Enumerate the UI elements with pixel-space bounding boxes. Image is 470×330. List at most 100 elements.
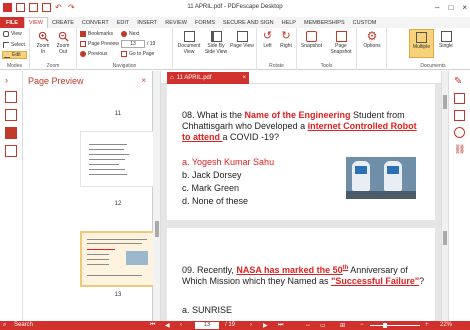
modes-group: View Select Edit Modes <box>0 28 30 70</box>
zoom-in-button[interactable]: Zoom In <box>34 31 52 55</box>
page-preview-button[interactable]: Page Preview <box>80 40 119 48</box>
document-view-icon <box>183 31 195 42</box>
next-page-icon[interactable]: ▶ <box>263 322 268 329</box>
menu-bar: FILE VIEW CREATE CONVERT EDIT INSERT REV… <box>0 17 470 28</box>
layers-icon[interactable] <box>5 127 17 139</box>
page-number-input[interactable]: 13 <box>121 40 145 48</box>
page-view-group: Document View Side By Side View Page Vie… <box>173 28 257 70</box>
page-view-button[interactable]: Page View <box>230 31 254 49</box>
menu-review[interactable]: REVIEW <box>161 17 191 28</box>
pencil-icon <box>4 52 10 58</box>
chevron-right-icon[interactable]: › <box>5 75 17 87</box>
actual-size-icon[interactable]: ⊞ <box>340 322 345 329</box>
scrollbar-thumb[interactable] <box>443 231 447 245</box>
menu-view[interactable]: VIEW <box>23 17 48 28</box>
navigation-group: Bookmarks Page Preview Previous Next 13 … <box>77 28 173 70</box>
go-to-page-button[interactable]: Go to Page <box>121 50 154 58</box>
menu-edit[interactable]: EDIT <box>113 17 134 28</box>
document-view-button[interactable]: Document View <box>175 31 203 55</box>
previous-page-button[interactable]: Previous <box>80 50 107 58</box>
fit-page-icon[interactable]: ▭ <box>320 322 326 329</box>
window-title: 11 APRIL.pdf - PDFescape Desktop <box>187 4 283 10</box>
menu-forms[interactable]: FORMS <box>191 17 219 28</box>
page-number-label: 12 <box>114 201 122 207</box>
next-arrow-icon <box>121 31 127 37</box>
panel-scrollbar[interactable] <box>153 71 161 321</box>
menu-convert[interactable]: CONVERT <box>78 17 113 28</box>
previous-arrow-icon <box>80 51 86 57</box>
document-viewer: 08. What is the Name of the Engineering … <box>161 84 441 321</box>
rotate-right-icon: ↻ <box>281 30 291 42</box>
rotate-right-button[interactable]: ↻ Right <box>277 30 295 50</box>
gear-icon: ⚙ <box>366 29 378 43</box>
select-mode-button[interactable]: Select <box>3 41 25 49</box>
menu-memberships[interactable]: MEMBERSHIPS <box>300 17 349 28</box>
menu-insert[interactable]: INSERT <box>133 17 161 28</box>
scrollbar-thumb[interactable] <box>443 95 447 109</box>
zoom-in-status-icon[interactable]: + <box>425 322 429 328</box>
search-icon[interactable]: ⌕ <box>3 322 6 329</box>
page-snapshot-button[interactable]: Page Snapshot <box>327 31 355 55</box>
menu-help[interactable]: HELP <box>278 17 300 28</box>
home-icon: ⌂ <box>170 75 174 81</box>
close-tab-icon[interactable]: × <box>242 75 246 81</box>
menu-file[interactable]: FILE <box>0 17 24 28</box>
document-tabs: ⌂ 11 APRIL.pdf × <box>161 71 441 84</box>
attachment-icon[interactable] <box>5 145 17 157</box>
zoom-slider-handle[interactable] <box>383 323 387 328</box>
edit-mode-button[interactable]: Edit <box>2 51 27 59</box>
bookmark-panel-icon[interactable] <box>5 109 17 121</box>
fit-width-icon[interactable]: ↔ <box>305 322 311 328</box>
option-c: c. Mark Green <box>182 183 240 193</box>
rotate-left-icon: ↺ <box>262 30 273 42</box>
left-toolbar: › <box>0 71 23 321</box>
stamp-icon[interactable] <box>454 127 465 138</box>
zoom-out-status-icon[interactable]: − <box>360 322 364 328</box>
view-mode-button[interactable]: View <box>3 30 22 38</box>
last-page-icon[interactable]: ⏭ <box>278 322 283 329</box>
zoom-slider[interactable] <box>370 325 420 326</box>
zoom-in-icon <box>38 31 49 42</box>
next-page-button[interactable]: Next <box>121 30 139 38</box>
status-page-input[interactable]: 13 <box>195 322 219 329</box>
single-document-button[interactable]: Single <box>436 31 456 49</box>
bookmarks-button[interactable]: Bookmarks <box>80 30 113 38</box>
document-icon[interactable] <box>454 110 465 121</box>
prev-arrow-icon[interactable]: ‹ <box>180 322 182 328</box>
rotate-left-button[interactable]: ↺ Left <box>259 30 276 50</box>
hand-icon <box>3 31 9 37</box>
page-number-field: 13 / 19 <box>121 40 155 48</box>
page-icon[interactable] <box>5 91 17 103</box>
zoom-out-icon <box>58 31 69 42</box>
title-bar: ↶ ↷ 11 APRIL.pdf - PDFescape Desktop – □… <box>0 0 470 17</box>
wrench-icon[interactable]: ✎ <box>454 76 465 87</box>
page-thumbnail-13[interactable] <box>80 231 156 287</box>
close-panel-icon[interactable]: × <box>141 76 146 85</box>
link-icon[interactable]: ⛓ <box>454 144 465 155</box>
search-label[interactable]: Search <box>14 322 33 328</box>
navigation-group-label: Navigation <box>112 63 137 69</box>
menu-secure-and-sign[interactable]: SECURE AND SIGN <box>219 17 278 28</box>
page-thumbnail-12[interactable] <box>80 131 156 187</box>
zoom-out-button[interactable]: Zoom Out <box>54 31 72 55</box>
multiple-documents-button[interactable]: Multiple <box>409 29 434 58</box>
first-page-icon[interactable]: ⏮ <box>150 322 155 329</box>
options-group: ⚙ Options <box>357 28 387 70</box>
tools-group: Snapshot Page Snapshot Tools <box>297 28 357 70</box>
maximize-icon[interactable]: □ <box>448 3 453 12</box>
export-icon[interactable] <box>454 93 465 104</box>
document-tab[interactable]: ⌂ 11 APRIL.pdf × <box>167 72 249 84</box>
side-by-side-view-button[interactable]: Side By Side View <box>204 31 228 55</box>
menu-create[interactable]: CREATE <box>48 17 78 28</box>
snapshot-button[interactable]: Snapshot <box>298 31 325 49</box>
go-to-page-icon <box>121 51 127 57</box>
next-arrow-icon[interactable]: › <box>250 322 252 328</box>
close-icon[interactable]: × <box>462 3 467 12</box>
document-scrollbar[interactable] <box>441 71 448 321</box>
options-button[interactable]: ⚙ Options <box>359 29 385 49</box>
menu-custom[interactable]: CUSTOM <box>349 17 381 28</box>
option-d: d. None of these <box>182 196 249 206</box>
side-by-side-icon <box>210 31 222 42</box>
minimize-icon[interactable]: – <box>435 3 439 12</box>
previous-page-icon[interactable]: ◀ <box>165 322 170 329</box>
